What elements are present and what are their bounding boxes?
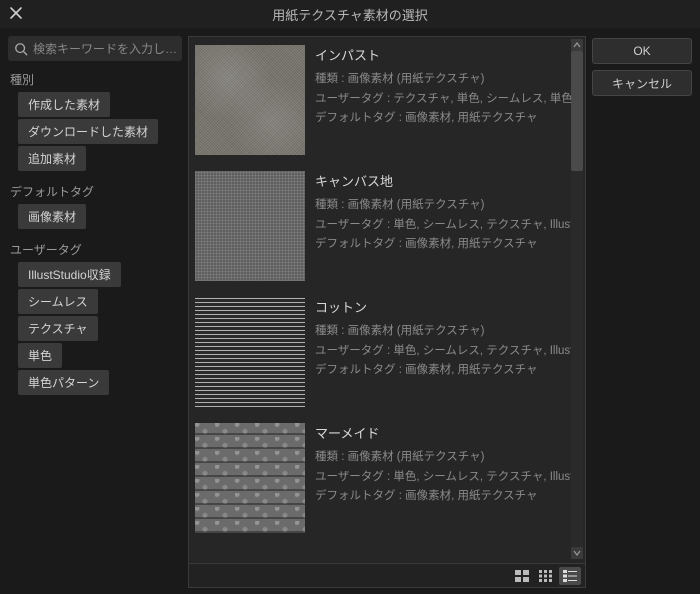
tag-mono-pattern[interactable]: 単色パターン — [18, 370, 109, 395]
search-input[interactable] — [33, 42, 176, 56]
result-default-tags: デフォルトタグ : 画像素材, 用紙テクスチャ — [315, 361, 571, 381]
ok-button[interactable]: OK — [592, 38, 692, 64]
result-info: マーメイド種類 : 画像素材 (用紙テクスチャ)ユーザータグ : 単色, シーム… — [315, 423, 571, 533]
group-header: ユーザータグ — [8, 235, 182, 260]
group-header: デフォルトタグ — [8, 177, 182, 202]
result-kind: 種類 : 画像素材 (用紙テクスチャ) — [315, 322, 571, 342]
dialog-title: 用紙テクスチャ素材の選択 — [272, 5, 427, 24]
result-default-tags: デフォルトタグ : 画像素材, 用紙テクスチャ — [315, 487, 571, 507]
tag-illuststudio[interactable]: IllustStudio収録 — [18, 262, 121, 287]
sidebar: 種別 作成した素材 ダウンロードした素材 追加素材 デフォルトタグ 画像素材 ユ… — [8, 36, 182, 588]
result-item[interactable]: インパスト種類 : 画像素材 (用紙テクスチャ)ユーザータグ : テクスチャ, … — [189, 37, 585, 163]
tag-texture[interactable]: テクスチャ — [18, 316, 98, 341]
sidebar-group-user-tags: ユーザータグ IllustStudio収録 シームレス テクスチャ 単色 単色パ… — [8, 235, 182, 397]
tag-created-material[interactable]: 作成した素材 — [18, 92, 110, 117]
result-info: キャンバス地種類 : 画像素材 (用紙テクスチャ)ユーザータグ : 単色, シー… — [315, 171, 571, 281]
results-list: インパスト種類 : 画像素材 (用紙テクスチャ)ユーザータグ : テクスチャ, … — [189, 37, 585, 563]
result-item[interactable]: キャンバス地種類 : 画像素材 (用紙テクスチャ)ユーザータグ : 単色, シー… — [189, 163, 585, 289]
result-item[interactable]: コットン種類 : 画像素材 (用紙テクスチャ)ユーザータグ : 単色, シームレ… — [189, 289, 585, 415]
sidebar-group-default-tags: デフォルトタグ 画像素材 — [8, 177, 182, 231]
title-bar: 用紙テクスチャ素材の選択 — [0, 0, 700, 28]
view-large-grid-icon[interactable] — [511, 567, 533, 585]
result-kind: 種類 : 画像素材 (用紙テクスチャ) — [315, 196, 571, 216]
view-detail-list-icon[interactable] — [559, 567, 581, 585]
scrollbar[interactable] — [571, 39, 583, 559]
tag-seamless[interactable]: シームレス — [18, 289, 98, 314]
result-user-tags: ユーザータグ : 単色, シームレス, テクスチャ, IllustStudio収… — [315, 468, 571, 488]
view-mode-bar — [189, 563, 585, 587]
tag-image-material[interactable]: 画像素材 — [18, 204, 86, 229]
result-kind: 種類 : 画像素材 (用紙テクスチャ) — [315, 448, 571, 468]
results-panel: インパスト種類 : 画像素材 (用紙テクスチャ)ユーザータグ : テクスチャ, … — [188, 36, 586, 588]
tag-mono[interactable]: 単色 — [18, 343, 62, 368]
result-info: コットン種類 : 画像素材 (用紙テクスチャ)ユーザータグ : 単色, シームレ… — [315, 297, 571, 407]
result-thumbnail — [195, 297, 305, 407]
cancel-button[interactable]: キャンセル — [592, 70, 692, 96]
tag-additional-material[interactable]: 追加素材 — [18, 146, 86, 171]
result-kind: 種類 : 画像素材 (用紙テクスチャ) — [315, 70, 571, 90]
tag-downloaded-material[interactable]: ダウンロードした素材 — [18, 119, 158, 144]
search-field[interactable] — [8, 36, 182, 61]
result-thumbnail — [195, 45, 305, 155]
result-thumbnail — [195, 423, 305, 533]
result-user-tags: ユーザータグ : 単色, シームレス, テクスチャ, IllustStudio収… — [315, 216, 571, 236]
scroll-thumb[interactable] — [571, 51, 583, 171]
result-name: インパスト — [315, 45, 571, 64]
result-default-tags: デフォルトタグ : 画像素材, 用紙テクスチャ — [315, 109, 571, 129]
result-item[interactable]: マーメイド種類 : 画像素材 (用紙テクスチャ)ユーザータグ : 単色, シーム… — [189, 415, 585, 541]
result-info: インパスト種類 : 画像素材 (用紙テクスチャ)ユーザータグ : テクスチャ, … — [315, 45, 571, 155]
dialog-buttons: OK キャンセル — [592, 36, 692, 588]
result-name: コットン — [315, 297, 571, 316]
scroll-track[interactable] — [571, 51, 583, 547]
view-small-grid-icon[interactable] — [535, 567, 557, 585]
sidebar-group-kind: 種別 作成した素材 ダウンロードした素材 追加素材 — [8, 65, 182, 173]
result-default-tags: デフォルトタグ : 画像素材, 用紙テクスチャ — [315, 235, 571, 255]
close-icon[interactable] — [8, 6, 24, 22]
result-user-tags: ユーザータグ : 単色, シームレス, テクスチャ, IllustStudio収… — [315, 342, 571, 362]
result-user-tags: ユーザータグ : テクスチャ, 単色, シームレス, 単色パターン — [315, 90, 571, 110]
scroll-down-icon[interactable] — [571, 547, 583, 559]
result-name: マーメイド — [315, 423, 571, 442]
scroll-up-icon[interactable] — [571, 39, 583, 51]
result-thumbnail — [195, 171, 305, 281]
search-icon — [14, 42, 28, 56]
result-name: キャンバス地 — [315, 171, 571, 190]
group-header: 種別 — [8, 65, 182, 90]
